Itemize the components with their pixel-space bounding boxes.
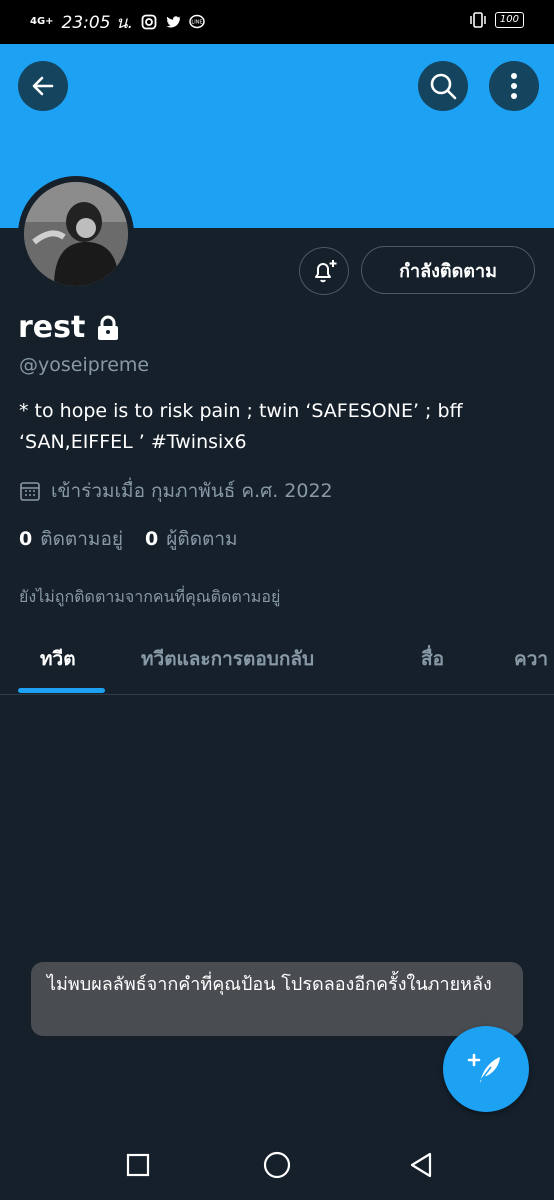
followers-label: ผู้ติดตาม xyxy=(166,528,238,550)
vibrate-icon xyxy=(470,12,486,28)
not-followed-notice: ยังไม่ถูกติดตามจากคนที่คุณติดตามอยู่ xyxy=(19,587,281,606)
home-button[interactable] xyxy=(260,1148,294,1182)
following-label: ติดตามอยู่ xyxy=(40,528,123,550)
more-button[interactable] xyxy=(489,61,539,111)
avatar-image xyxy=(24,182,128,286)
followers-count: 0 xyxy=(145,528,159,550)
line-icon: LINE xyxy=(189,14,205,29)
profile-name-row: rest xyxy=(18,310,121,345)
following-count: 0 xyxy=(19,528,33,550)
following-button[interactable]: กำลังติดตาม xyxy=(361,246,535,294)
network-indicator: 4G+ xyxy=(30,16,54,27)
compose-feather-icon xyxy=(467,1053,500,1083)
square-icon xyxy=(126,1153,150,1177)
search-button[interactable] xyxy=(418,61,468,111)
error-toast: ไม่พบผลลัพธ์จากคำที่คุณป้อน โปรดลองอีกคร… xyxy=(31,962,523,1036)
bell-plus-icon xyxy=(315,260,337,283)
search-icon xyxy=(430,73,457,100)
tab-tweets-replies[interactable]: ทวีตและการตอบกลับ xyxy=(141,628,314,694)
active-tab-indicator xyxy=(18,688,105,693)
avatar[interactable] xyxy=(18,176,134,292)
tab-likes[interactable]: ควา xyxy=(514,628,548,694)
compose-tweet-button[interactable] xyxy=(443,1026,529,1112)
more-vertical-icon xyxy=(511,73,517,99)
svg-text:LINE: LINE xyxy=(191,20,202,26)
tab-media[interactable]: สื่อ xyxy=(421,628,444,694)
status-time: 23:05 น. xyxy=(61,12,133,33)
instagram-icon xyxy=(141,14,157,30)
status-bar: 4G+ 23:05 น. LINE 100 xyxy=(0,0,554,44)
calendar-icon xyxy=(20,482,40,501)
follow-counts: 0 ติดตามอยู่ 0 ผู้ติดตาม xyxy=(19,524,238,554)
system-nav-bar xyxy=(0,1130,554,1200)
notification-bell-button[interactable] xyxy=(299,247,349,295)
lock-icon xyxy=(98,315,119,340)
joined-date: เข้าร่วมเมื่อ กุมภาพันธ์ ค.ศ. 2022 xyxy=(51,480,333,502)
twitter-icon xyxy=(166,16,181,28)
profile-name: rest xyxy=(18,310,86,345)
profile-tabs: ทวีต ทวีตและการตอบกลับ สื่อ ควา xyxy=(0,628,554,695)
back-button[interactable] xyxy=(18,61,68,111)
circle-icon xyxy=(263,1151,291,1179)
triangle-back-icon xyxy=(410,1152,432,1178)
joined-date-row: เข้าร่วมเมื่อ กุมภาพันธ์ ค.ศ. 2022 xyxy=(19,476,333,506)
profile-handle: @yoseipreme xyxy=(19,354,150,376)
following-count-link[interactable]: 0 ติดตามอยู่ xyxy=(19,524,123,554)
battery-icon: 100 xyxy=(494,12,524,28)
profile-bio: * to hope is to risk pain ; twin ‘SAFESO… xyxy=(19,400,463,453)
back-arrow-icon xyxy=(32,76,54,96)
followers-count-link[interactable]: 0 ผู้ติดตาม xyxy=(145,524,238,554)
recents-button[interactable] xyxy=(121,1148,155,1182)
back-nav-button[interactable] xyxy=(404,1148,438,1182)
tab-tweets[interactable]: ทวีต xyxy=(40,628,76,694)
